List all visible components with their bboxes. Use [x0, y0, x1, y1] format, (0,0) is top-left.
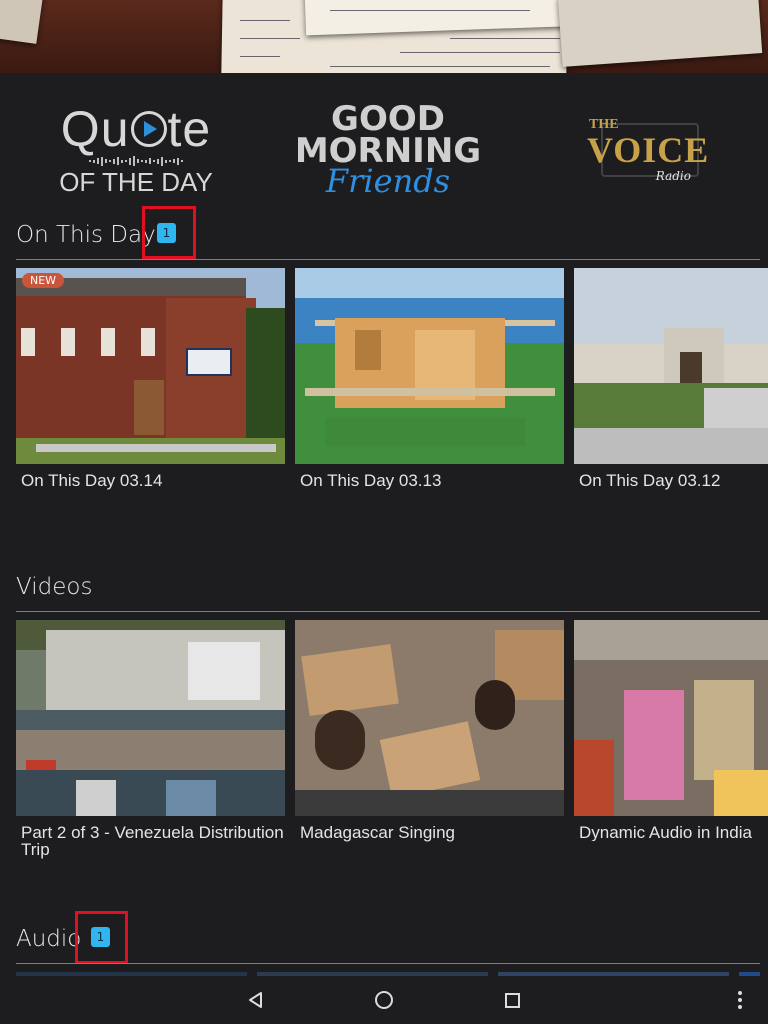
section-divider	[16, 611, 760, 612]
card-label: On This Day 03.14	[21, 471, 163, 490]
good-morning-friends-logo[interactable]: GOOD MORNING Friends	[295, 100, 481, 200]
section-title-videos[interactable]: Videos	[16, 574, 92, 600]
card-label: On This Day 03.12	[579, 471, 721, 490]
header-banner-image	[0, 0, 768, 73]
play-icon	[130, 111, 167, 147]
voice-logo-main: VOICE	[587, 130, 710, 170]
card-label: Part 2 of 3 - Venezuela Distribution Tri…	[21, 823, 284, 859]
section-title-on-this-day[interactable]: On This Day	[16, 222, 156, 248]
logo-row: Qu te OF THE DAY GOOD MORNING Friends TH…	[0, 100, 768, 200]
card-label: Madagascar Singing	[300, 823, 455, 842]
card-label: Dynamic Audio in India	[579, 824, 752, 841]
quote-of-the-day-logo[interactable]: Qu te OF THE DAY	[30, 100, 242, 200]
the-voice-radio-logo[interactable]: THE VOICE Radio	[570, 100, 710, 200]
thumbnail	[574, 620, 768, 816]
thumbnail	[574, 268, 768, 464]
section-divider	[16, 963, 760, 964]
thumbnail	[16, 620, 285, 816]
back-icon[interactable]	[226, 976, 286, 1024]
section-divider	[16, 259, 760, 260]
system-nav-bar	[0, 976, 768, 1024]
notification-badge: 1	[91, 927, 110, 947]
voice-logo-radio: Radio	[655, 169, 691, 183]
gmf-logo-friends: Friends	[325, 162, 451, 200]
home-icon[interactable]	[354, 976, 414, 1024]
quote-logo-text-start: Qu	[60, 101, 130, 157]
waveform-icon	[36, 156, 236, 166]
card-label: On This Day 03.13	[300, 471, 442, 490]
recent-apps-icon[interactable]	[482, 976, 542, 1024]
section-title-audio[interactable]: Audio	[16, 926, 81, 952]
thumbnail: NEW	[16, 268, 285, 464]
new-badge: NEW	[22, 273, 65, 288]
notification-badge: 1	[157, 223, 176, 243]
quote-logo-subtitle: OF THE DAY	[59, 167, 213, 197]
thumbnail	[295, 268, 564, 464]
quote-logo-text-end: te	[167, 101, 212, 157]
more-vert-icon[interactable]	[710, 976, 768, 1024]
thumbnail	[295, 620, 564, 816]
